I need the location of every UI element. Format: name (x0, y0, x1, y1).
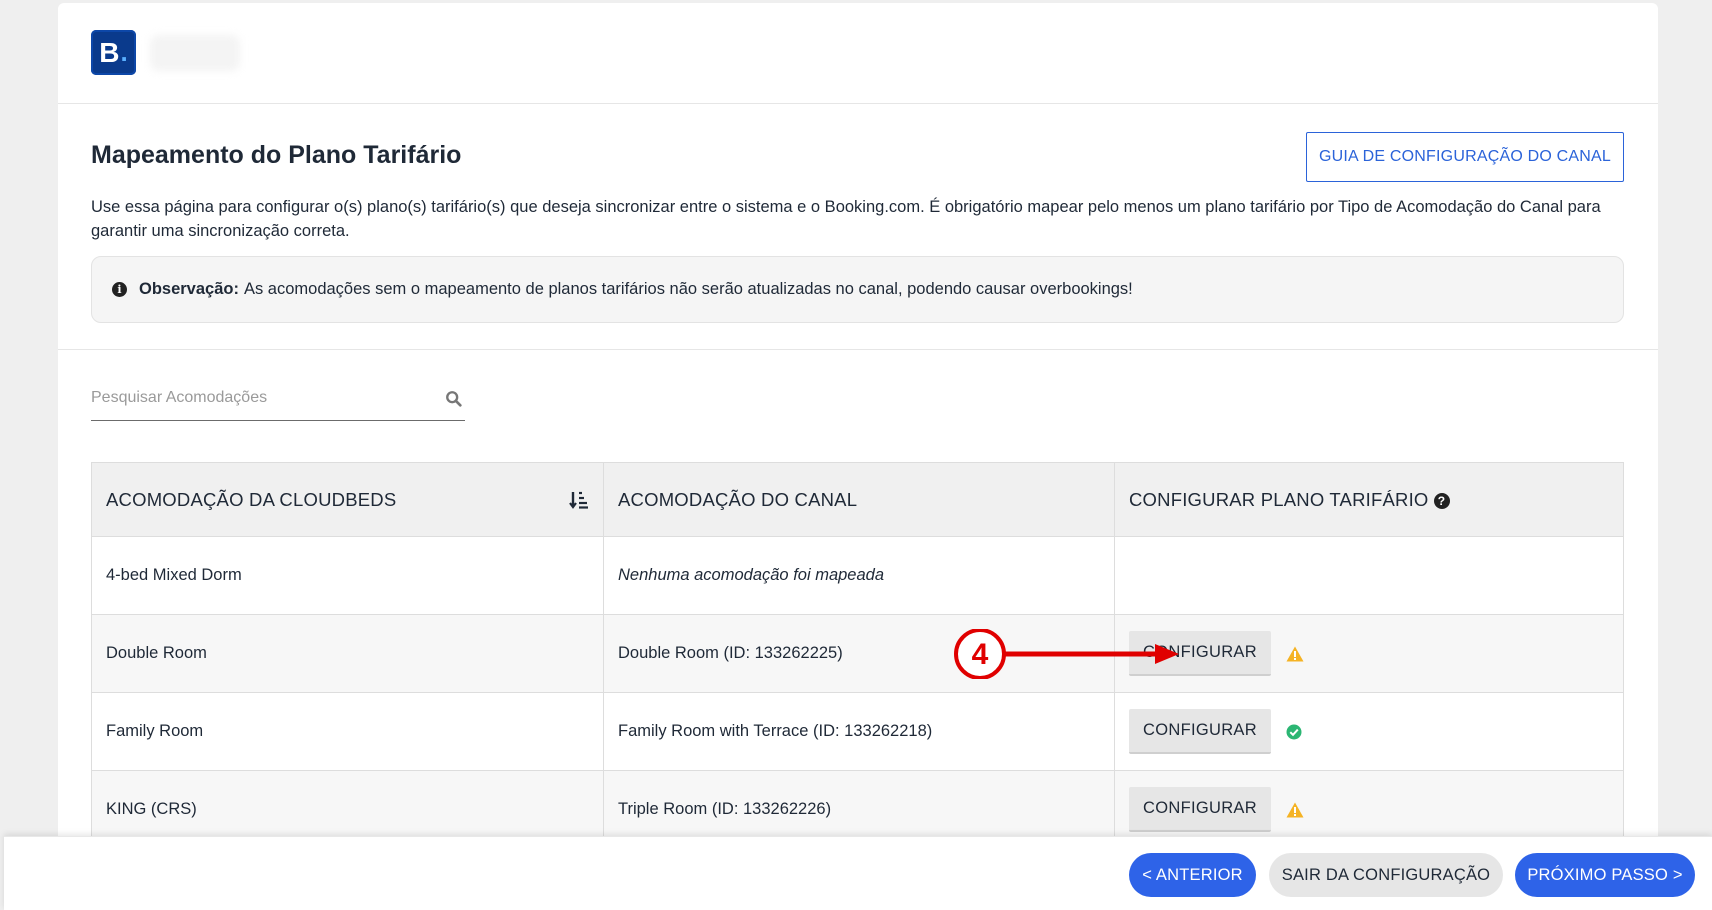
search-box (91, 381, 465, 421)
note-text: As acomodações sem o mapeamento de plano… (243, 280, 1133, 298)
header-configure-label: CONFIGURAR PLANO TARIFÁRIO (1129, 488, 1429, 510)
channel-room: Family Room with Terrace (ID: 133262218) (603, 692, 1115, 771)
intro-text: Use essa página para configurar o(s) pla… (91, 198, 1601, 240)
cloudbeds-room: Family Room (91, 692, 604, 771)
search-input[interactable] (91, 381, 421, 415)
note-label: Observação: (139, 280, 239, 298)
table-row: Double Room Double Room (ID: 133262225) … (91, 614, 1624, 693)
brand-header: B. (58, 3, 1658, 104)
page-title: Mapeamento do Plano Tarifário (91, 141, 462, 169)
cloudbeds-room: Double Room (91, 614, 604, 693)
next-step-button[interactable]: PRÓXIMO PASSO > (1515, 853, 1695, 897)
header-cloudbeds-label: ACOMODAÇÃO DA CLOUDBEDS (106, 488, 397, 510)
configure-cell (1114, 536, 1624, 615)
configure-button[interactable]: CONFIGURAR (1129, 709, 1271, 754)
check-circle-icon (1286, 724, 1302, 739)
header-configure: CONFIGURAR PLANO TARIFÁRIO? (1114, 462, 1624, 537)
cloudbeds-room: 4-bed Mixed Dorm (91, 536, 604, 615)
previous-button[interactable]: < ANTERIOR (1129, 853, 1256, 897)
observation-note: i Observação: As acomodações sem o mapea… (91, 256, 1624, 323)
table-header-row: ACOMODAÇÃO DA CLOUDBEDS ACOMODAÇÃO DO CA… (91, 462, 1624, 537)
mapping-table: ACOMODAÇÃO DA CLOUDBEDS ACOMODAÇÃO DO CA… (91, 462, 1624, 849)
main-card: B. Mapeamento do Plano Tarifário GUIA DE… (58, 3, 1658, 910)
exit-setup-button[interactable]: SAIR DA CONFIGURAÇÃO (1269, 853, 1503, 897)
info-icon: i (112, 282, 127, 297)
channel-guide-button[interactable]: GUIA DE CONFIGURAÇÃO DO CANAL (1306, 132, 1624, 182)
configure-button[interactable]: CONFIGURAR (1129, 787, 1271, 832)
search-icon[interactable] (445, 390, 463, 408)
configure-cell: CONFIGURAR (1114, 614, 1624, 693)
logo-letter: B (99, 36, 120, 68)
wizard-footer: < ANTERIOR SAIR DA CONFIGURAÇÃO PRÓXIMO … (4, 836, 1712, 910)
channel-room: Nenhuma acomodação foi mapeada (603, 536, 1115, 615)
divider (58, 349, 1658, 350)
warning-icon (1286, 802, 1304, 817)
header-cloudbeds[interactable]: ACOMODAÇÃO DA CLOUDBEDS (91, 462, 604, 537)
logo-dot: . (120, 37, 128, 67)
sort-icon[interactable] (569, 490, 589, 510)
warning-icon (1286, 646, 1304, 661)
table-row: Family Room Family Room with Terrace (ID… (91, 692, 1624, 771)
step-annotation-arrow: 4 (954, 629, 1179, 679)
booking-logo: B. (91, 30, 136, 75)
blurred-property-name (150, 35, 240, 71)
header-channel: ACOMODAÇÃO DO CANAL (603, 462, 1115, 537)
table-row: 4-bed Mixed Dorm Nenhuma acomodação foi … (91, 536, 1624, 615)
help-icon[interactable]: ? (1433, 492, 1450, 509)
step-number: 4 (972, 638, 989, 671)
configure-cell: CONFIGURAR (1114, 692, 1624, 771)
